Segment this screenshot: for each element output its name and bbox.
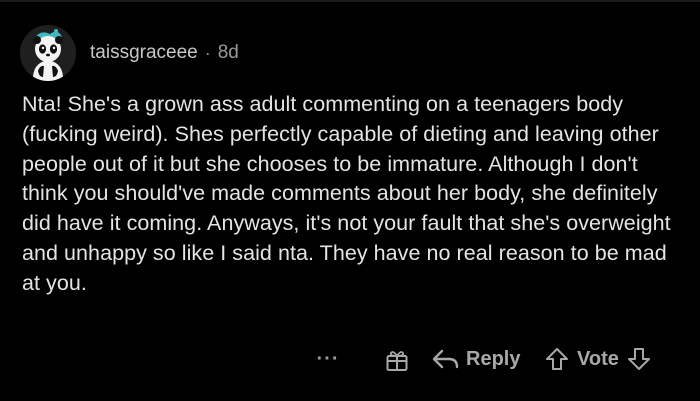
- comment-age: 8d: [217, 42, 239, 63]
- vote-controls: Vote: [545, 338, 651, 380]
- reply-label: Reply: [466, 347, 521, 370]
- comment-actions-bar: ··· Reply Vote: [0, 338, 700, 380]
- reply-button[interactable]: Reply: [432, 338, 520, 380]
- comment-card: taissgraceee · 8d Nta! She's a grown ass…: [0, 0, 700, 401]
- panda-avatar-icon: [20, 25, 76, 81]
- username[interactable]: taissgraceee: [90, 42, 198, 64]
- downvote-arrow-icon[interactable]: [627, 347, 651, 371]
- more-options-label: ···: [316, 347, 340, 370]
- comment-body: Nta! She's a grown ass adult commenting …: [22, 92, 671, 295]
- meta-separator: ·: [204, 42, 211, 63]
- gift-icon: [386, 351, 408, 371]
- upvote-arrow-icon[interactable]: [545, 347, 569, 371]
- more-options-button[interactable]: ···: [313, 338, 343, 380]
- reply-arrow-icon: [432, 348, 460, 370]
- award-button[interactable]: [384, 347, 410, 373]
- comment-header: taissgraceee · 8d: [90, 40, 239, 66]
- user-avatar[interactable]: [20, 25, 76, 81]
- vote-label: Vote: [577, 347, 619, 370]
